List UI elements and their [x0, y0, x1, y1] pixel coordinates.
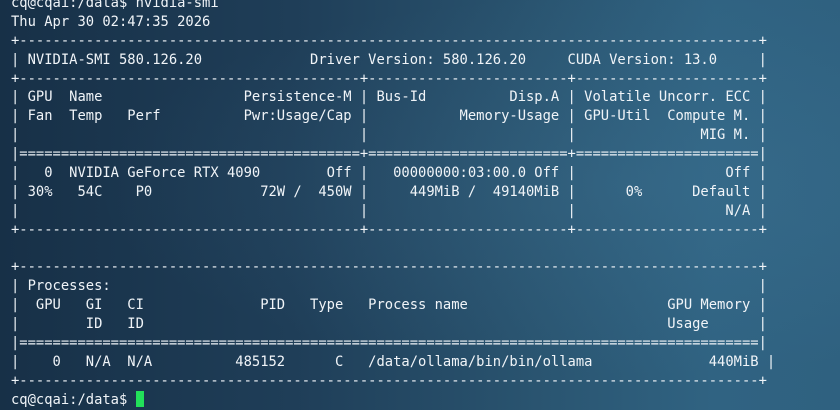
version-row: | NVIDIA-SMI 580.126.20 Driver Version: …	[11, 51, 767, 68]
gpu-row-1: | 0 NVIDIA GeForce RTX 4090 Off | 000000…	[11, 165, 767, 182]
processes-header-2: | ID ID Usage |	[11, 316, 767, 333]
command-line: cq@cqai:/data$ nvidia-smi	[11, 0, 219, 11]
terminal-output: cq@cqai:/data$ nvidia-smi Thu Apr 30 02:…	[11, 0, 775, 410]
prompt-text: cq@cqai:/data$	[11, 391, 136, 408]
terminal-window[interactable]: { "terminal": { "lines": [ "cq@cqai:/dat…	[0, 0, 840, 410]
gpu-header-row-3: | | | MIG M. |	[11, 127, 767, 144]
process-row: | 0 N/A N/A 485152 C /data/ollama/bin/bi…	[11, 353, 776, 370]
processes-border-top: +---------------------------------------…	[11, 259, 767, 276]
table-border-top: +---------------------------------------…	[11, 32, 767, 49]
processes-border-bottom: +---------------------------------------…	[11, 372, 767, 389]
timestamp-line: Thu Apr 30 02:47:35 2026	[11, 13, 211, 30]
table-separator: +---------------------------------------…	[11, 70, 767, 87]
table-border-bottom: +---------------------------------------…	[11, 221, 767, 238]
gpu-header-divider: |=======================================…	[11, 146, 767, 163]
gpu-row-3: | | | N/A |	[11, 202, 767, 219]
processes-title: | Processes: |	[11, 278, 767, 295]
processes-divider: |=======================================…	[11, 335, 767, 352]
gpu-row-2: | 30% 54C P0 72W / 450W | 449MiB / 49140…	[11, 183, 767, 200]
processes-header-1: | GPU GI CI PID Type Process name GPU Me…	[11, 297, 767, 314]
prompt-line[interactable]: cq@cqai:/data$	[11, 390, 775, 410]
gpu-header-row-2: | Fan Temp Perf Pwr:Usage/Cap | Memory-U…	[11, 108, 767, 125]
gpu-header-row-1: | GPU Name Persistence-M | Bus-Id Disp.A…	[11, 89, 767, 106]
text-cursor	[135, 390, 144, 407]
